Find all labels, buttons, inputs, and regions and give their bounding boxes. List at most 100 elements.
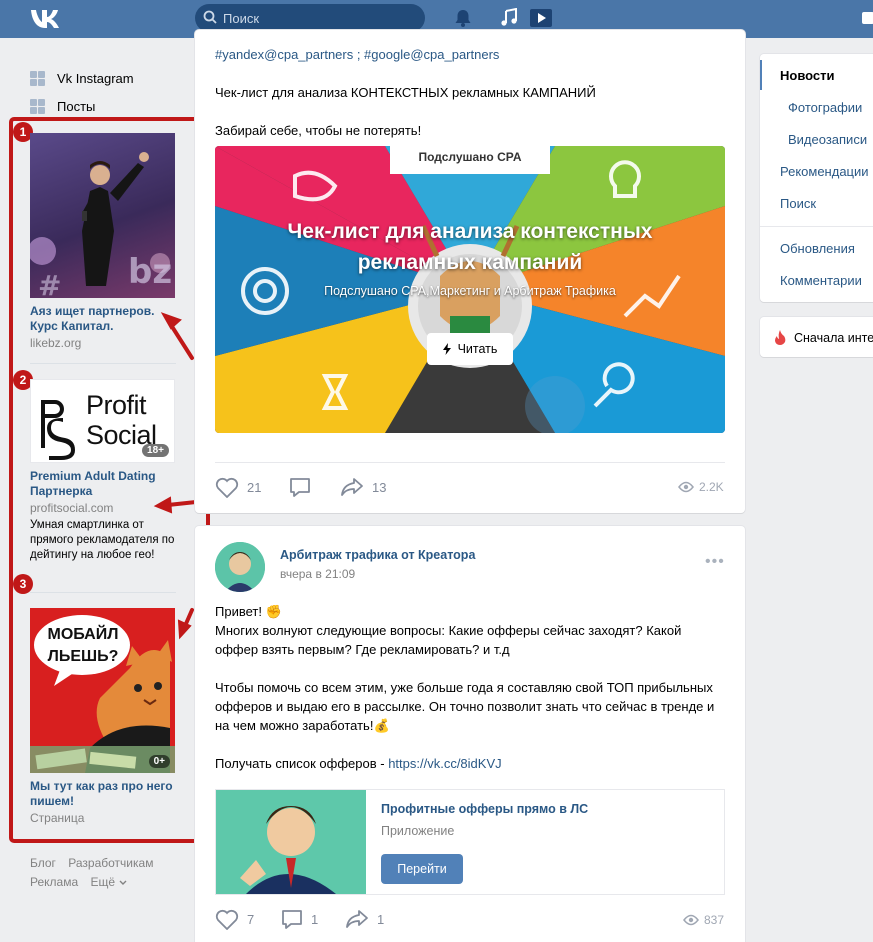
footer-link-blog[interactable]: Блог (30, 856, 56, 870)
post-text-line: Забирай себе, чтобы не потерять! (215, 123, 422, 138)
footer-link-developers[interactable]: Разработчикам (68, 856, 153, 870)
post-text-line: Чтобы помочь со всем этим, уже больше го… (215, 680, 713, 695)
ad-image-text: МОБАЙЛ (47, 626, 119, 643)
comment-icon (282, 910, 302, 929)
post-text-line: Чек-лист для анализа КОНТЕКСТНЫХ рекламн… (215, 85, 596, 100)
post-text-line: Привет! ✊ (215, 604, 282, 619)
eye-icon (683, 914, 699, 926)
ad-separator (30, 363, 176, 364)
comment-icon (290, 478, 310, 497)
ad-domain: likebz.org (30, 336, 82, 350)
ad-block-2[interactable]: Profit Social 18+ Premium Adult Dating П… (30, 379, 176, 563)
ad-description: Умная смартлинка от прямого рекламодател… (30, 519, 175, 561)
app-image[interactable] (216, 790, 366, 894)
sort-label: Сначала интересные (794, 331, 873, 345)
right-menu-item-videos[interactable]: Видеозаписи (788, 132, 867, 147)
svg-text:bz: bz (128, 252, 172, 292)
share-icon (346, 910, 368, 928)
banner-subtitle: Подслушано CPA,Маркетинг и Арбитраж Траф… (324, 284, 616, 298)
ad-title[interactable]: Мы тут как раз про него пишем! (30, 779, 176, 809)
share-count: 13 (372, 479, 387, 495)
read-button-label: Читать (457, 342, 498, 356)
post-author[interactable]: Арбитраж трафика от Креатора (280, 548, 475, 562)
author-avatar-image (215, 542, 265, 592)
share-icon (341, 478, 363, 496)
ad-domain: Страница (30, 811, 85, 825)
post-text-line: офферов и выдаю его в рассылке. Он точно… (215, 699, 715, 714)
banner-title: Чек-лист для анализа контекстных (287, 220, 653, 243)
age-badge: 18+ (142, 444, 169, 457)
go-button[interactable]: Перейти (381, 854, 463, 884)
sort-toggle[interactable]: Сначала интересные (760, 317, 873, 357)
ad-image-text: Profit (86, 390, 147, 420)
active-indicator (760, 60, 762, 90)
feed-post-2: Арбитраж трафика от Креатора вчера в 21:… (195, 526, 745, 942)
heart-icon (215, 909, 239, 930)
more-options-icon[interactable]: ••• (705, 553, 725, 571)
ad-domain: profitsocial.com (30, 501, 114, 515)
article-banner[interactable]: Подслушано CPA Чек-лист для анализа конт… (215, 146, 725, 433)
read-button[interactable]: Читать (427, 333, 513, 365)
like-count: 21 (247, 480, 262, 495)
footer-link-more[interactable]: Ещё (90, 875, 127, 889)
post-text-line: Получать список офферов - (215, 756, 389, 771)
ad-block-1[interactable]: bz # Аяз ищет партнеров. Курс Капитал. l… (30, 133, 176, 351)
speaker-photo: bz # (30, 152, 172, 298)
post-link[interactable]: https://vk.cc/8idKVJ (388, 756, 501, 771)
share-count: 1 (377, 911, 385, 927)
comment-count: 1 (311, 912, 319, 927)
like-button[interactable]: 21 (215, 477, 261, 498)
ad-image[interactable]: Profit Social 18+ (30, 379, 175, 463)
views-count: 837 (704, 913, 725, 927)
footer-link-more-label: Ещё (90, 875, 116, 889)
chevron-down-icon (119, 880, 127, 885)
like-button[interactable]: 7 (215, 909, 254, 930)
right-menu-item-updates[interactable]: Обновления (780, 241, 855, 256)
post-text-line: Многих волнуют следующие вопросы: Какие … (215, 623, 682, 638)
banner-top-label: Подслушано CPA (418, 150, 522, 164)
app-attachment[interactable]: Профитные офферы прямо в ЛС Приложение П… (215, 789, 725, 895)
like-count: 7 (247, 912, 255, 927)
ad-image[interactable]: bz # (30, 133, 175, 298)
heart-icon (215, 477, 239, 498)
ad-image[interactable]: МОБАЙЛ ЛЬЕШЬ? 0+ (30, 608, 175, 773)
ad-block-3[interactable]: МОБАЙЛ ЛЬЕШЬ? 0+ Мы тут как раз про него… (30, 608, 176, 826)
views-count: 2.2K (699, 480, 724, 494)
svg-text:#: # (38, 269, 61, 298)
eye-icon (678, 481, 694, 493)
age-badge: 0+ (148, 755, 170, 768)
ad-separator (30, 592, 176, 593)
views-counter: 2.2K (678, 480, 724, 494)
right-menu-item-news[interactable]: Новости (780, 68, 835, 83)
post-hashtags[interactable]: #yandex@cpa_partners ; #google@cpa_partn… (215, 45, 499, 64)
right-menu-item-comments[interactable]: Комментарии (780, 273, 862, 288)
right-menu-item-recommendations[interactable]: Рекомендации (780, 164, 869, 179)
right-menu-item-search[interactable]: Поиск (780, 196, 816, 211)
ad-title[interactable]: Premium Adult Dating Партнерка (30, 469, 176, 499)
post-body: Привет! ✊ Многих волнуют следующие вопро… (215, 602, 714, 773)
ad-image-text: ЛЬЕШЬ? (47, 648, 119, 665)
right-news-menu: Новости Фотографии Видеозаписи Рекоменда… (760, 54, 873, 302)
post-divider (215, 462, 725, 463)
share-button[interactable]: 13 (340, 477, 386, 497)
lightning-icon (442, 343, 451, 355)
comment-button[interactable] (289, 477, 311, 498)
right-menu-item-photos[interactable]: Фотографии (788, 100, 862, 115)
post-text-line: на чем можно заработать!💰 (215, 718, 390, 733)
footer-link-ads[interactable]: Реклама (30, 875, 78, 889)
app-type: Приложение (381, 824, 455, 838)
fire-icon (775, 330, 786, 345)
right-menu-separator (760, 226, 873, 227)
views-counter: 837 (683, 913, 724, 927)
author-avatar[interactable] (215, 542, 265, 592)
share-button[interactable]: 1 (345, 909, 384, 929)
post-text-line: оффер взять первым? Где рекламировать? и… (215, 642, 510, 657)
banner-title: рекламных кампаний (357, 251, 583, 274)
feed-post-1: #yandex@cpa_partners ; #google@cpa_partn… (195, 30, 745, 513)
left-footer: Блог Разработчикам Реклама Ещё (30, 854, 162, 892)
ad-title[interactable]: Аяз ищет партнеров. Курс Капитал. (30, 304, 176, 334)
app-title[interactable]: Профитные офферы прямо в ЛС (381, 802, 588, 816)
app-illustration (216, 790, 366, 894)
comment-button[interactable]: 1 (281, 909, 318, 930)
post-time[interactable]: вчера в 21:09 (280, 567, 355, 581)
